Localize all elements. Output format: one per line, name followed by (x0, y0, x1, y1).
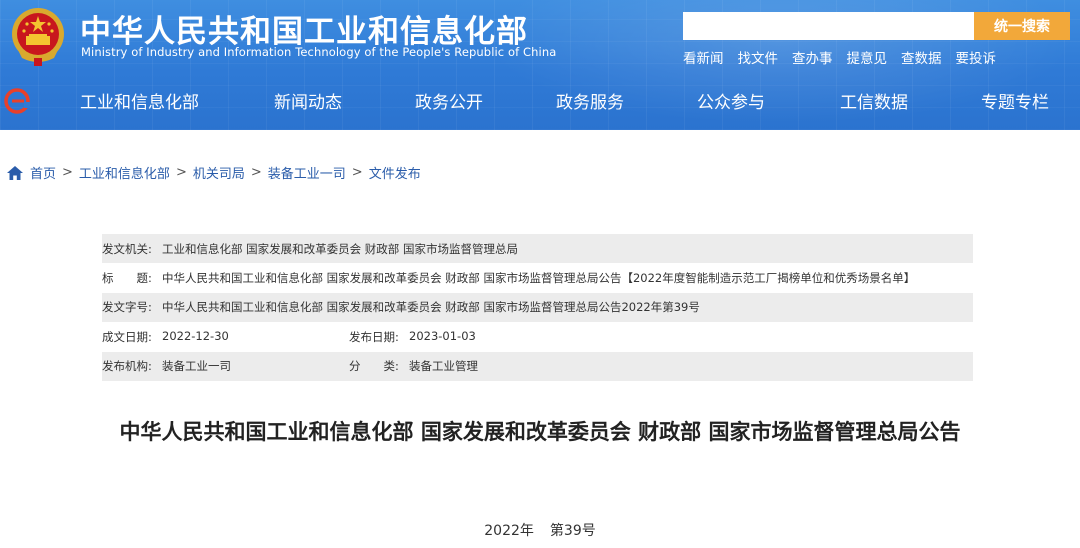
breadcrumb-separator: > (62, 165, 73, 180)
meta-label: 分 类: (349, 359, 399, 374)
meta-label: 发布机构: (102, 359, 152, 374)
document-meta-table: 发文机关: 工业和信息化部 国家发展和改革委员会 财政部 国家市场监督管理总局 … (102, 234, 973, 381)
meta-category-value: 装备工业管理 (409, 359, 478, 374)
search-input[interactable] (683, 12, 974, 40)
meta-doc-number-value: 中华人民共和国工业和信息化部 国家发展和改革委员会 财政部 国家市场监督管理总局… (162, 300, 700, 315)
nav-item-gov-services[interactable]: 政务服务 (556, 88, 624, 113)
quick-link-news[interactable]: 看新闻 (683, 47, 724, 67)
quick-link-complaint[interactable]: 要投诉 (956, 47, 997, 67)
breadcrumb-miit[interactable]: 工业和信息化部 (79, 163, 170, 182)
meta-publish-date-value: 2023-01-03 (409, 328, 476, 343)
meta-row-doc-number: 发文字号: 中华人民共和国工业和信息化部 国家发展和改革委员会 财政部 国家市场… (102, 292, 973, 323)
breadcrumb: 首页 > 工业和信息化部 > 机关司局 > 装备工业一司 > 文件发布 (7, 163, 421, 182)
quick-link-feedback[interactable]: 提意见 (847, 47, 888, 67)
main-nav: 工业和信息化部 新闻动态 政务公开 政务服务 公众参与 工信数据 专题专栏 (0, 80, 1080, 122)
meta-publisher-value: 装备工业一司 (162, 359, 231, 374)
site-subtitle: Ministry of Industry and Information Tec… (81, 45, 557, 59)
nav-item-participation[interactable]: 公众参与 (697, 88, 765, 113)
breadcrumb-documents[interactable]: 文件发布 (369, 163, 421, 182)
meta-written-date-value: 2022-12-30 (162, 328, 229, 343)
meta-label: 发布日期: (349, 329, 399, 344)
quick-link-services[interactable]: 查办事 (792, 47, 833, 67)
quick-link-files[interactable]: 找文件 (738, 47, 779, 67)
site-header: 中华人民共和国工业和信息化部 Ministry of Industry and … (0, 0, 1080, 130)
meta-row-title: 标 题: 中华人民共和国工业和信息化部 国家发展和改革委员会 财政部 国家市场监… (102, 263, 973, 292)
meta-row-publisher: 发布机构: 装备工业一司 分 类: 装备工业管理 (102, 351, 973, 381)
nav-item-miit[interactable]: 工业和信息化部 (80, 88, 199, 113)
search-button[interactable]: 统一搜索 (974, 12, 1070, 40)
meta-issuer-value: 工业和信息化部 国家发展和改革委员会 财政部 国家市场监督管理总局 (162, 241, 518, 256)
meta-category: 分 类: 装备工业管理 (349, 358, 596, 374)
breadcrumb-separator: > (250, 165, 262, 180)
article-title: 中华人民共和国工业和信息化部 国家发展和改革委员会 财政部 国家市场监督管理总局… (119, 420, 961, 444)
national-emblem-icon[interactable] (8, 4, 68, 68)
meta-label: 发文机关: (102, 241, 152, 256)
nav-item-gov-info[interactable]: 政务公开 (415, 88, 483, 113)
breadcrumb-separator: > (351, 165, 363, 180)
nav-item-news[interactable]: 新闻动态 (274, 88, 342, 113)
meta-written-date: 成文日期: 2022-12-30 (102, 329, 349, 345)
home-icon[interactable] (7, 165, 23, 180)
meta-label: 标 题: (102, 271, 152, 286)
meta-publisher: 发布机构: 装备工业一司 (102, 358, 349, 374)
breadcrumb-home[interactable]: 首页 (30, 163, 56, 182)
meta-label: 发文字号: (102, 300, 152, 315)
meta-label: 成文日期: (102, 329, 152, 344)
breadcrumb-separator: > (175, 165, 187, 180)
quick-link-data[interactable]: 查数据 (901, 47, 942, 67)
meta-title-value: 中华人民共和国工业和信息化部 国家发展和改革委员会 财政部 国家市场监督管理总局… (162, 271, 916, 286)
article-doc-number: 2022年 第39号 (0, 520, 1080, 540)
quick-links: 看新闻 找文件 查办事 提意见 查数据 要投诉 (683, 47, 1010, 67)
nav-item-topics[interactable]: 专题专栏 (981, 88, 1049, 113)
meta-row-issuer: 发文机关: 工业和信息化部 国家发展和改革委员会 财政部 国家市场监督管理总局 (102, 234, 973, 264)
breadcrumb-equipment-dept[interactable]: 装备工业一司 (268, 163, 346, 182)
article-number: 第39号 (549, 523, 596, 539)
meta-publish-date: 发布日期: 2023-01-03 (349, 329, 596, 345)
article-year: 2022年 (484, 523, 534, 539)
nav-item-data[interactable]: 工信数据 (840, 88, 908, 113)
breadcrumb-departments[interactable]: 机关司局 (193, 163, 245, 182)
meta-row-dates: 成文日期: 2022-12-30 发布日期: 2023-01-03 (102, 322, 973, 351)
